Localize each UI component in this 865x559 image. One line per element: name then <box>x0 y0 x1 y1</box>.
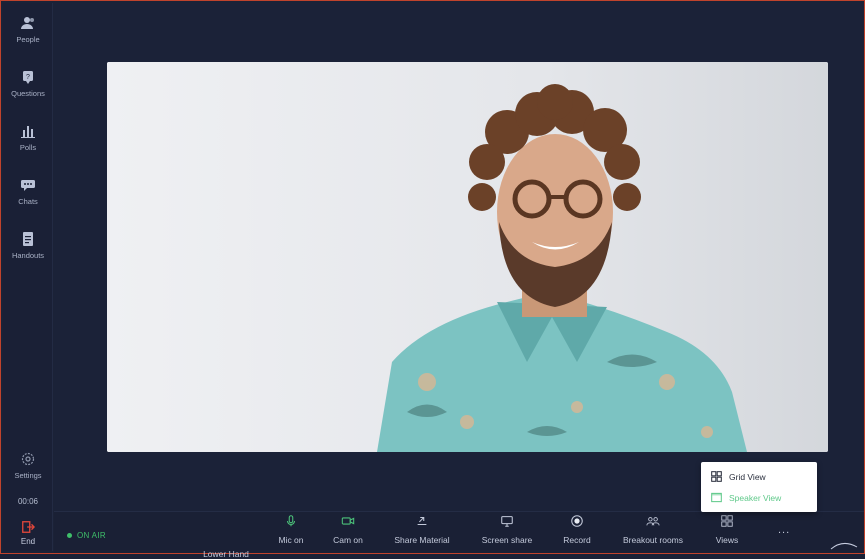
sidebar-item-label: Polls <box>19 143 37 152</box>
sidebar: People ? Questions Polls Chats Handouts … <box>3 3 53 551</box>
question-icon: ? <box>23 71 33 84</box>
corner-decoration <box>830 543 858 550</box>
mic-icon <box>286 515 296 527</box>
screen-share-button[interactable]: Screen share <box>477 514 537 545</box>
mic-button[interactable]: Mic on <box>271 514 311 545</box>
breakout-rooms-label: Breakout rooms <box>623 535 683 545</box>
sidebar-item-label: Handouts <box>11 251 45 260</box>
breakout-rooms-icon <box>646 517 660 526</box>
sidebar-item-label: People <box>16 35 40 44</box>
mic-label: Mic on <box>278 535 304 545</box>
speaker-video <box>107 62 828 452</box>
sidebar-item-settings[interactable]: Settings <box>3 451 53 480</box>
session-timer: 00:06 <box>17 497 39 506</box>
speaker-view-icon <box>711 492 722 503</box>
sidebar-item-questions[interactable]: ? Questions <box>3 69 53 98</box>
speaker-view-option[interactable]: Speaker View <box>711 492 781 503</box>
lower-hand-label: Lower Hand <box>203 549 249 559</box>
more-options-button[interactable]: ... <box>778 524 790 536</box>
speaker-view-label: Speaker View <box>729 492 782 503</box>
polls-icon <box>21 126 35 138</box>
sidebar-item-people[interactable]: People <box>3 15 53 44</box>
views-button[interactable]: Views <box>709 514 745 545</box>
end-button[interactable]: End <box>3 520 53 546</box>
end-label: End <box>20 537 36 546</box>
grid-view-icon <box>711 471 722 482</box>
gear-icon <box>21 452 35 466</box>
camera-label: Cam on <box>333 535 363 545</box>
hand-icon <box>219 514 233 528</box>
exit-icon <box>22 521 35 533</box>
record-button[interactable]: Record <box>559 514 595 545</box>
grid-view-option[interactable]: Grid View <box>711 471 766 482</box>
sidebar-item-handouts[interactable]: Handouts <box>3 231 53 260</box>
on-air-status: ON AIR <box>67 531 106 540</box>
screen-share-icon <box>501 516 513 527</box>
share-material-button[interactable]: Share Material <box>390 514 454 545</box>
share-material-label: Share Material <box>394 535 450 545</box>
sidebar-item-chats[interactable]: Chats <box>3 177 53 206</box>
sidebar-item-label: Settings <box>14 471 42 480</box>
on-air-label: ON AIR <box>77 531 106 540</box>
record-icon <box>571 515 583 527</box>
views-label: Views <box>715 535 739 545</box>
people-icon <box>21 17 34 29</box>
share-material-icon <box>417 516 427 526</box>
screen-share-label: Screen share <box>481 535 533 545</box>
sidebar-item-label: Questions <box>11 89 45 98</box>
app-window: People ? Questions Polls Chats Handouts … <box>0 0 865 559</box>
sidebar-item-polls[interactable]: Polls <box>3 123 53 152</box>
camera-icon <box>341 517 355 525</box>
views-menu: Grid View Speaker View <box>701 462 817 512</box>
record-label: Record <box>563 535 591 545</box>
lower-hand-button[interactable]: Lower Hand <box>198 514 254 559</box>
speaker-video-image <box>107 62 828 452</box>
chat-icon <box>21 180 35 191</box>
handout-icon <box>23 232 33 246</box>
live-dot-icon <box>67 533 72 539</box>
views-icon <box>721 515 733 527</box>
breakout-rooms-button[interactable]: Breakout rooms <box>618 514 688 545</box>
svg-text:?: ? <box>26 74 30 81</box>
grid-view-label: Grid View <box>729 471 766 482</box>
sidebar-item-label: Chats <box>18 197 38 206</box>
camera-button[interactable]: Cam on <box>327 514 369 545</box>
